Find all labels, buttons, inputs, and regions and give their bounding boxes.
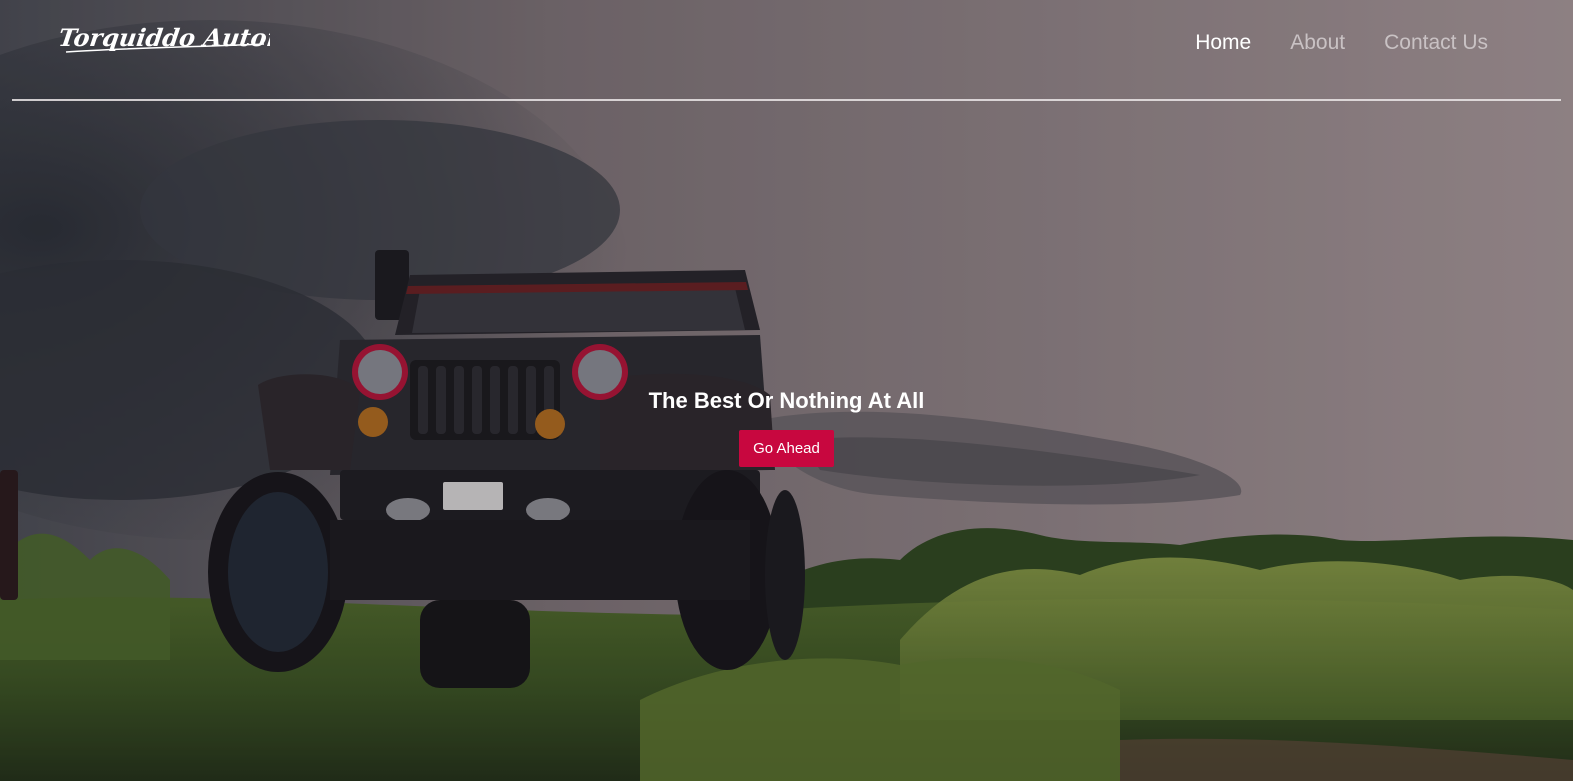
top-navbar: Torquiddo Automotive Home About Contact … <box>0 0 1573 101</box>
hero-tagline: The Best Or Nothing At All <box>648 388 925 413</box>
brand-logo[interactable]: Torquiddo Automotive <box>60 14 270 70</box>
go-ahead-button[interactable]: Go Ahead <box>739 430 834 467</box>
nav-menu: Home About Contact Us <box>1195 31 1488 55</box>
hero-section: Torquiddo Automotive Home About Contact … <box>0 0 1573 781</box>
nav-link-contact-us[interactable]: Contact Us <box>1384 31 1488 55</box>
hero-content: The Best Or Nothing At All Go Ahead <box>0 386 1573 467</box>
nav-link-about[interactable]: About <box>1290 31 1345 55</box>
nav-divider <box>12 99 1561 101</box>
nav-link-home[interactable]: Home <box>1195 31 1251 55</box>
